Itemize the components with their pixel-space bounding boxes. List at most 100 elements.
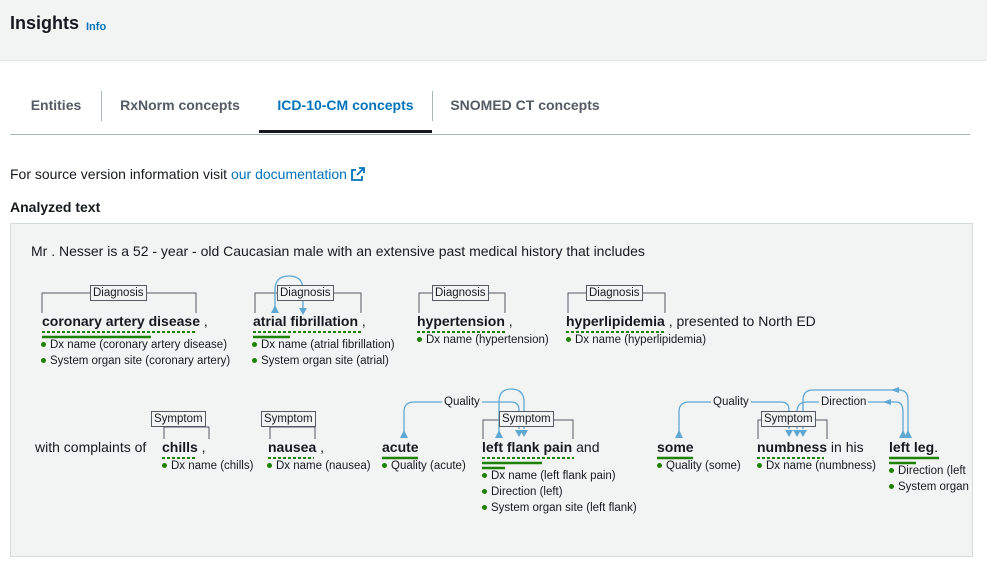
attribute-item: Dx name (nausea) (267, 460, 371, 472)
bracket-nausea (269, 426, 316, 439)
bullet-icon (889, 468, 894, 473)
attribute-text: Direction (left (898, 465, 966, 477)
attribute-text: Quality (acute) (391, 460, 466, 472)
bullet-icon (267, 463, 272, 468)
entity-trailing-text: , (316, 439, 325, 455)
bullet-icon (252, 358, 257, 363)
entity-trailing-text: , (358, 313, 366, 329)
source-info-text: For source version information visit (10, 166, 231, 182)
attribute-item: Dx name (coronary artery disease) (41, 339, 227, 351)
entity-trailing-text: in his (827, 439, 864, 455)
entity-trailing-text: , presented to North ED (664, 313, 816, 329)
bullet-icon (252, 342, 257, 347)
tab-snomed-ct-concepts[interactable]: SNOMED CT concepts (433, 88, 617, 133)
entity-trailing-text: and (572, 439, 600, 455)
attribute-text: System organ site (atrial) (261, 355, 389, 367)
attribute-item: System organ site (atrial) (252, 355, 389, 367)
attribute-text: Dx name (nausea) (276, 460, 371, 472)
entity-chills[interactable]: chills , (162, 439, 206, 455)
attribute-item: System organ (889, 481, 969, 493)
attribute-item: Dx name (hypertension) (417, 334, 549, 346)
attribute-text: Dx name (coronary artery disease) (50, 339, 228, 351)
tag-symptom: Symptom (261, 411, 316, 427)
analyzed-text-heading: Analyzed text (10, 199, 101, 215)
source-version-info: For source version information visit our… (10, 166, 365, 182)
tag-symptom: Symptom (151, 411, 206, 427)
analyzed-text-line: Mr . Nesser is a 52 - year - old Caucasi… (31, 243, 645, 259)
entity-trailing-text: . (934, 439, 939, 455)
entity-numbness[interactable]: numbness in his (757, 439, 864, 455)
page-header: Insights Info (0, 0, 987, 61)
page-title: Insights (10, 13, 80, 33)
bullet-icon (757, 463, 762, 468)
attribute-text: System organ site (left flank) (491, 502, 637, 514)
attribute-text: Dx name (chills) (171, 460, 254, 472)
attribute-text: System organ (898, 481, 969, 493)
entity-acute[interactable]: acute (382, 439, 419, 455)
entity-some[interactable]: some (657, 439, 694, 455)
entity-text[interactable]: numbness (757, 439, 827, 455)
entity-coronary-artery-disease[interactable]: coronary artery disease , (42, 313, 208, 329)
tag-diagnosis: Diagnosis (432, 285, 489, 301)
entity-text[interactable]: left leg (889, 439, 934, 455)
attribute-text: Direction (left) (491, 486, 563, 498)
entity-text[interactable]: nausea (268, 439, 316, 455)
entity-text[interactable]: atrial fibrillation (253, 313, 358, 329)
bullet-icon (482, 473, 487, 478)
attribute-text: Dx name (numbness) (766, 460, 876, 472)
analyzed-text-segment: with complaints of (35, 439, 147, 455)
bullet-icon (382, 463, 387, 468)
entity-text[interactable]: hypertension (417, 313, 505, 329)
entity-hypertension[interactable]: hypertension , (417, 313, 513, 329)
attribute-item: Dx name (atrial fibrillation) (252, 339, 395, 351)
tag-symptom: Symptom (761, 411, 816, 427)
tag-diagnosis: Diagnosis (90, 285, 147, 301)
entity-text[interactable]: coronary artery disease (42, 313, 200, 329)
bullet-icon (482, 505, 487, 510)
entity-hyperlipidemia[interactable]: hyperlipidemia , presented to North ED (566, 313, 816, 329)
tab-bar: Entities RxNorm concepts ICD-10-CM conce… (10, 88, 970, 135)
bullet-icon (889, 484, 894, 489)
attribute-text: Quality (some) (666, 460, 741, 472)
entity-text[interactable]: hyperlipidemia (566, 313, 665, 329)
attribute-item: Direction (left) (482, 486, 563, 498)
relation-label-quality: Quality (711, 395, 751, 409)
tab-entities[interactable]: Entities (10, 88, 102, 133)
bullet-icon (41, 358, 46, 363)
attribute-text: Dx name (left flank pain) (491, 470, 616, 482)
relation-label-direction: Direction (819, 395, 869, 409)
entity-trailing-text: , (504, 313, 513, 329)
tag-symptom: Symptom (499, 411, 554, 427)
entity-trailing-text: , (199, 313, 208, 329)
entity-atrial-fibrillation[interactable]: atrial fibrillation , (253, 313, 366, 329)
bullet-icon (162, 463, 167, 468)
tag-diagnosis: Diagnosis (586, 285, 643, 301)
tab-icd10cm-concepts[interactable]: ICD-10-CM concepts (259, 88, 432, 133)
entity-text[interactable]: left flank pain (482, 439, 572, 455)
attribute-item: Dx name (numbness) (757, 460, 876, 472)
entity-trailing-text: , (197, 439, 206, 455)
bullet-icon (41, 342, 46, 347)
attribute-item: Direction (left (889, 465, 966, 477)
entity-nausea[interactable]: nausea , (268, 439, 324, 455)
bullet-icon (657, 463, 662, 468)
attribute-item: Quality (acute) (382, 460, 466, 472)
relation-label-quality: Quality (442, 395, 482, 409)
documentation-link-label[interactable]: our documentation (231, 166, 347, 182)
info-link[interactable]: Info (86, 21, 106, 33)
entity-text[interactable]: chills (162, 439, 198, 455)
entity-left-leg[interactable]: left leg. (889, 439, 938, 455)
entity-left-flank-pain[interactable]: left flank pain and (482, 439, 599, 455)
attribute-text: Dx name (hyperlipidemia) (575, 334, 707, 346)
attribute-item: Quality (some) (657, 460, 741, 472)
bracket-chills (163, 426, 210, 439)
tab-rxnorm-concepts[interactable]: RxNorm concepts (102, 88, 258, 133)
attribute-item: System organ site (left flank) (482, 502, 637, 514)
attribute-text: System organ site (coronary artery) (50, 355, 231, 367)
attribute-item: Dx name (left flank pain) (482, 470, 616, 482)
attribute-item: Dx name (chills) (162, 460, 253, 472)
attribute-item: Dx name (hyperlipidemia) (566, 334, 706, 346)
external-link-icon[interactable] (351, 167, 365, 181)
analyzed-text-panel: Mr . Nesser is a 52 - year - old Caucasi… (10, 223, 973, 557)
documentation-link[interactable]: our documentation (231, 166, 365, 182)
